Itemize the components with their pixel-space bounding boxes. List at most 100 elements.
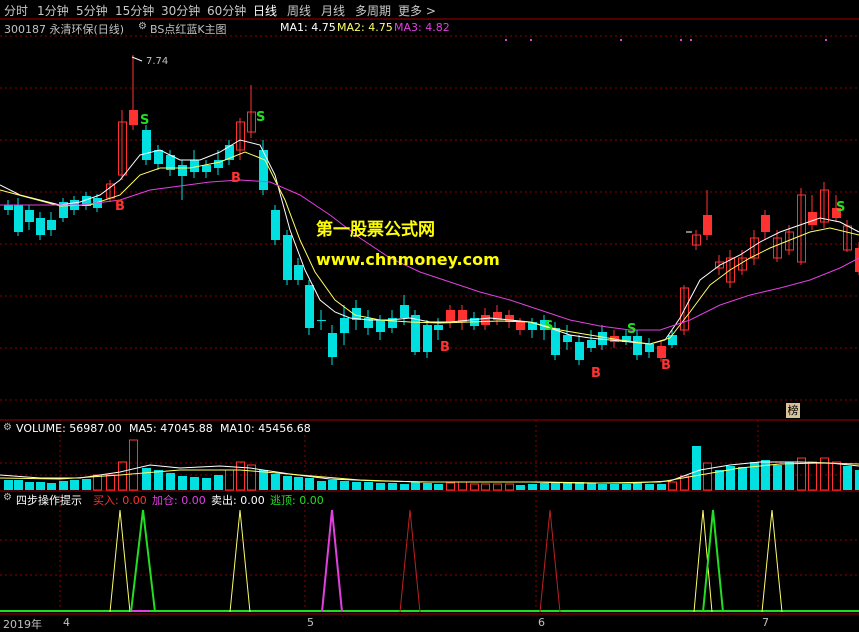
volume-bar: [505, 483, 514, 491]
volume-bar: [36, 482, 45, 490]
candle-body: [423, 325, 432, 352]
volume-bar: [236, 461, 245, 491]
volume-bars: [0, 439, 859, 491]
volume-bar: [259, 470, 268, 490]
candle-body: [376, 320, 385, 332]
volume-bar: [832, 461, 841, 491]
sell-signal-s: S: [627, 322, 637, 337]
volume-bar: [703, 462, 712, 491]
volume-bar: [657, 484, 666, 490]
sub-gear-icon[interactable]: ⚙: [3, 492, 12, 503]
signal-dot: [825, 39, 827, 41]
watermark-title: 第一股票公式网: [316, 220, 435, 240]
signal-dot: [505, 39, 507, 41]
sell-peak: [109, 509, 131, 613]
volume-bar: [587, 483, 596, 490]
buy-signal-b: B: [231, 171, 241, 186]
sell-peak: [761, 509, 783, 613]
volume-bar: [528, 484, 537, 490]
volume-bar: [668, 481, 677, 491]
candle-body: [808, 212, 817, 225]
price-high-label: 7.74: [146, 56, 169, 67]
candle-body: [305, 285, 314, 328]
volume-bar: [305, 478, 314, 490]
candle-body: [259, 150, 268, 190]
sell-signal-s: S: [256, 110, 266, 125]
candle-body: [36, 218, 45, 235]
volume-bar: [106, 474, 115, 491]
candlesticks: [4, 55, 859, 365]
candle-body: [154, 150, 163, 164]
volume-bar: [283, 476, 292, 490]
sell-signal-s: S: [140, 113, 150, 128]
candle-body: [317, 320, 326, 321]
volume-bar: [352, 482, 361, 490]
volume-bar: [423, 483, 432, 490]
candle-body: [516, 322, 525, 330]
volume-bar: [551, 482, 560, 490]
volume-bar: [93, 474, 102, 491]
candle-body: [411, 315, 420, 352]
signal-dot: [620, 39, 622, 41]
candle-body: [340, 318, 349, 333]
sub-indicator-title[interactable]: 四步操作提示: [16, 492, 82, 508]
volume-bar: [400, 484, 409, 490]
candle-body: [283, 235, 292, 280]
volume-bar: [317, 481, 326, 490]
volume-bar: [271, 474, 280, 490]
ma1-line: [0, 139, 859, 345]
sell-signal-s: S: [836, 200, 846, 215]
volume-bar: [481, 483, 490, 491]
volume-bar: [563, 483, 572, 490]
axis-month-5: 5: [307, 616, 314, 629]
volume-bar: [294, 477, 303, 490]
volume-bar: [855, 470, 859, 490]
candle-body: [25, 210, 34, 222]
volume-bar: [142, 468, 151, 490]
volume-bar: [178, 476, 187, 490]
signal-dot: [680, 39, 682, 41]
candle-body: [633, 336, 642, 355]
buy-signal-b: B: [591, 366, 601, 381]
volume-bar: [761, 460, 770, 490]
volume-bar: [458, 481, 467, 491]
volume-bar: [376, 483, 385, 490]
escape-value: 逃顶: 0.00: [270, 494, 324, 507]
candle-body: [294, 265, 303, 280]
candle-body: [563, 335, 572, 342]
axis-month-4: 4: [63, 616, 70, 629]
buy-peak: [399, 509, 421, 613]
volume-bar: [47, 483, 56, 490]
signal-dot: [530, 39, 532, 41]
volume-bar: [843, 466, 852, 490]
volume-bar: [202, 478, 211, 490]
volume-bar: [225, 469, 234, 491]
volume-value: VOLUME: 56987.00: [16, 422, 122, 435]
volume-bar: [118, 461, 127, 491]
candle-body: [645, 344, 654, 352]
watermark-url: www.chnmoney.com: [316, 250, 500, 269]
sell-value: 卖出: 0.00: [211, 494, 265, 507]
volume-bar: [214, 475, 223, 490]
buy-value: 买入: 0.00: [93, 494, 147, 507]
volume-bar: [14, 480, 23, 490]
volume-bar: [516, 485, 525, 490]
volume-bar: [493, 483, 502, 491]
date-axis: 2019年 4 5 6 7: [0, 615, 859, 632]
candle-body: [587, 340, 596, 348]
volume-info-line: ⚙ VOLUME: 56987.00 MA5: 47045.88 MA10: 4…: [0, 422, 859, 436]
buy-peak: [539, 509, 561, 613]
kline-chart-canvas: [0, 18, 859, 615]
volume-bar: [470, 483, 479, 491]
volume-bar: [785, 462, 794, 490]
candle-body: [202, 165, 211, 172]
buy-signal-b: B: [115, 199, 125, 214]
volume-bar: [129, 439, 138, 491]
volume-bar: [610, 484, 619, 490]
add-value: 加仓: 0.00: [152, 494, 206, 507]
ma2-line: [0, 151, 859, 345]
candle-body: [400, 305, 409, 318]
volume-bar: [59, 481, 68, 490]
volume-gear-icon[interactable]: ⚙: [3, 422, 12, 433]
rank-badge[interactable]: 榜: [786, 403, 800, 418]
